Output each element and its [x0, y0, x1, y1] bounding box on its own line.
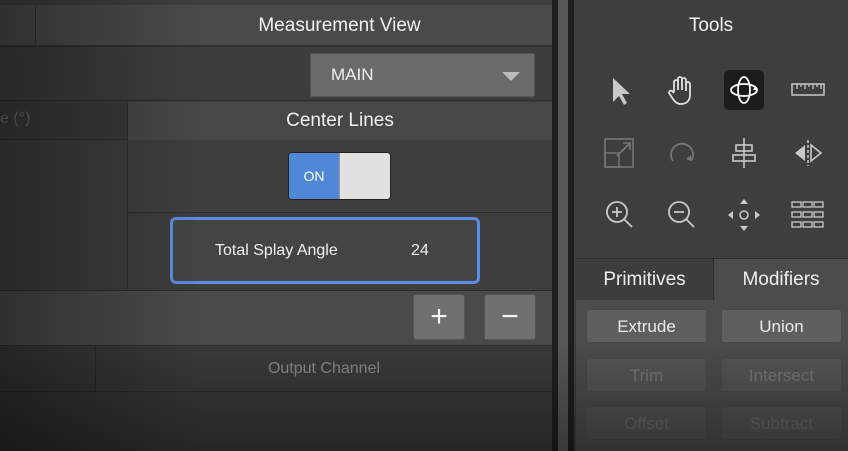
splay-value: 24 [411, 242, 429, 259]
add-button[interactable]: + [413, 294, 465, 340]
subtract-button[interactable]: Subtract [721, 406, 842, 440]
union-button[interactable]: Union [721, 309, 842, 343]
move-arrows-icon[interactable] [724, 195, 764, 235]
panel-title: Measurement View [258, 15, 421, 36]
output-channel-header: Output Channel [267, 360, 381, 377]
remove-button[interactable]: − [484, 294, 536, 340]
column-divider [35, 5, 36, 47]
measurement-title-bar: Measurement View [0, 5, 552, 47]
zoom-in-icon[interactable] [600, 195, 640, 235]
tab-modifiers[interactable]: Modifiers [714, 259, 848, 301]
add-remove-row [0, 290, 552, 346]
trim-button[interactable]: Trim [586, 358, 707, 392]
total-splay-angle-field[interactable]: Total Splay Angle 24 [170, 217, 480, 284]
rotate-arc-icon[interactable] [662, 133, 702, 173]
extrude-button[interactable]: Extrude [586, 309, 707, 343]
pointer-arrow-icon[interactable] [600, 70, 640, 110]
panel-splitter[interactable] [552, 0, 574, 451]
chevron-down-icon [502, 72, 520, 81]
splay-label: Total Splay Angle [215, 242, 338, 259]
mirror-icon[interactable] [788, 133, 828, 173]
align-center-icon[interactable] [724, 133, 764, 173]
intersect-button[interactable]: Intersect [721, 358, 842, 392]
zoom-out-icon[interactable] [662, 195, 702, 235]
toggle-on-label: ON [289, 153, 339, 199]
tools-title: Tools [574, 5, 848, 47]
orbit-rotate-icon[interactable] [724, 70, 764, 110]
view-select-dropdown[interactable]: MAIN [310, 53, 535, 97]
center-lines-header: Center Lines [127, 102, 552, 140]
scale-box-icon[interactable] [600, 133, 640, 173]
toggle-knob [339, 153, 390, 199]
offset-button[interactable]: Offset [586, 406, 707, 440]
ruler-icon[interactable] [788, 70, 828, 110]
table-row [0, 392, 552, 451]
hand-pan-icon[interactable] [662, 70, 702, 110]
tab-bar: Primitives Modifiers [576, 258, 848, 301]
column-header-fragment: e (°) [0, 110, 31, 127]
tab-primitives[interactable]: Primitives [576, 259, 714, 301]
grid-layout-icon[interactable] [788, 195, 828, 235]
center-lines-toggle[interactable]: ON [288, 152, 391, 200]
view-select-value: MAIN [331, 65, 374, 84]
